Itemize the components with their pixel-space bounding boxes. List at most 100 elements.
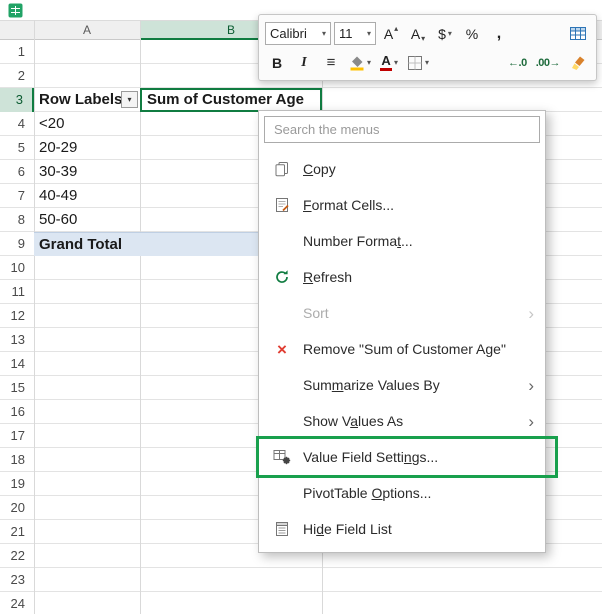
table-icon — [569, 25, 587, 42]
accounting-number-format-button[interactable]: $▾ — [433, 21, 457, 46]
comma-style-button[interactable]: , — [487, 21, 511, 46]
row-header-24[interactable]: 24 — [0, 592, 34, 614]
active-cell-sum-of-customer-age[interactable]: Sum of Customer Age — [140, 88, 322, 112]
currency-icon: $ — [438, 26, 446, 42]
pivot-row-label-cell[interactable]: 30-39 — [34, 160, 140, 184]
menu-item-format-cells[interactable]: Format Cells... — [264, 187, 540, 223]
menu-item-label: Remove "Sum of Customer Age" — [303, 341, 534, 357]
row-header-19[interactable]: 19 — [0, 472, 34, 496]
decrease-font-size-button[interactable]: A▾ — [406, 21, 430, 46]
font-color-letter: A — [381, 55, 390, 67]
fill-color-button[interactable]: ▾ — [346, 50, 374, 75]
borders-icon — [407, 55, 423, 71]
row-labels-header-cell[interactable]: Row Labels ▾ — [34, 88, 140, 112]
chevron-down-icon: ▾ — [322, 29, 326, 38]
font-size-value: 11 — [339, 26, 353, 41]
row-header-6[interactable]: 6 — [0, 160, 34, 184]
format-cells-icon — [270, 197, 294, 213]
row-header-17[interactable]: 17 — [0, 424, 34, 448]
menu-item-label: Summarize Values By — [303, 377, 520, 393]
pivot-row-label-cell[interactable]: 50-60 — [34, 208, 140, 232]
row-header-16[interactable]: 16 — [0, 400, 34, 424]
row-header-10[interactable]: 10 — [0, 256, 34, 280]
font-name-value: Calibri — [270, 26, 307, 41]
menu-item-hide-field-list[interactable]: Hide Field List — [264, 511, 540, 547]
mini-toolbar: Calibri ▾ 11 ▾ A▴ A▾ $▾ % , B I — [258, 14, 597, 81]
font-color-button[interactable]: A ▾ — [377, 50, 401, 75]
row-header-2[interactable]: 2 — [0, 64, 34, 88]
italic-button[interactable]: I — [292, 50, 316, 75]
grand-total-label-cell[interactable]: Grand Total — [34, 232, 140, 256]
submenu-chevron-icon: › — [528, 305, 534, 322]
menu-item-number-format[interactable]: Number Format... — [264, 223, 540, 259]
row-header-1[interactable]: 1 — [0, 40, 34, 64]
shrink-font-icon: A — [411, 26, 420, 42]
menu-item-remove-sum-of-customer-age[interactable]: × Remove "Sum of Customer Age" — [264, 331, 540, 367]
caret-down-icon: ▾ — [421, 34, 425, 43]
font-name-select[interactable]: Calibri ▾ — [265, 22, 331, 45]
chevron-down-icon: ▾ — [367, 58, 371, 67]
menu-item-label: Copy — [303, 161, 534, 177]
fill-color-icon — [349, 55, 365, 71]
row-header-18[interactable]: 18 — [0, 448, 34, 472]
bold-button[interactable]: B — [265, 50, 289, 75]
menu-item-summarize-values-by[interactable]: Summarize Values By › — [264, 367, 540, 403]
submenu-chevron-icon: › — [528, 413, 534, 430]
chevron-down-icon: ▾ — [448, 29, 452, 38]
format-as-table-button[interactable] — [566, 21, 590, 46]
row-labels-text: Row Labels — [39, 91, 122, 108]
menu-item-sort: Sort › — [264, 295, 540, 331]
increase-font-size-button[interactable]: A▴ — [379, 21, 403, 46]
menu-item-label: PivotTable Options... — [303, 485, 534, 501]
filter-dropdown-button[interactable]: ▾ — [121, 91, 138, 108]
menu-item-show-values-as[interactable]: Show Values As › — [264, 403, 540, 439]
percent-style-button[interactable]: % — [460, 21, 484, 46]
menu-item-label: Number Format... — [303, 233, 534, 249]
menu-item-pivottable-options[interactable]: PivotTable Options... — [264, 475, 540, 511]
format-painter-button[interactable] — [566, 50, 590, 75]
format-painter-icon — [570, 55, 586, 71]
row-header-12[interactable]: 12 — [0, 304, 34, 328]
align-center-button[interactable]: ≡ — [319, 50, 343, 75]
refresh-icon — [270, 269, 294, 285]
borders-button[interactable]: ▾ — [404, 50, 432, 75]
decrease-decimal-icon: .00→ — [536, 57, 560, 69]
align-center-icon: ≡ — [327, 54, 336, 71]
menu-item-copy[interactable]: Copy — [264, 151, 540, 187]
font-color-icon: A — [380, 55, 392, 71]
excel-window: A B 123456789101112131415161718192021222… — [0, 0, 602, 614]
row-header-7[interactable]: 7 — [0, 184, 34, 208]
row-header-8[interactable]: 8 — [0, 208, 34, 232]
row-header-9[interactable]: 9 — [0, 232, 34, 256]
menu-item-label: Sort — [303, 305, 520, 321]
row-header-4[interactable]: 4 — [0, 112, 34, 136]
menu-item-value-field-settings[interactable]: Value Field Settings... — [264, 439, 540, 475]
decrease-decimal-button[interactable]: .00→ — [533, 50, 563, 75]
remove-icon: × — [270, 341, 294, 358]
grow-font-icon: A — [384, 26, 393, 42]
font-size-select[interactable]: 11 ▾ — [334, 22, 376, 45]
row-header-3[interactable]: 3 — [0, 88, 34, 112]
row-header-22[interactable]: 22 — [0, 544, 34, 568]
row-header-5[interactable]: 5 — [0, 136, 34, 160]
pivot-row-label-cell[interactable]: 40-49 — [34, 184, 140, 208]
menu-search-input[interactable] — [264, 116, 540, 143]
row-header-21[interactable]: 21 — [0, 520, 34, 544]
increase-decimal-button[interactable]: ←.0 — [505, 50, 530, 75]
mini-toolbar-row-1: Calibri ▾ 11 ▾ A▴ A▾ $▾ % , — [265, 19, 590, 48]
increase-decimal-icon: ←.0 — [508, 57, 527, 69]
row-header-23[interactable]: 23 — [0, 568, 34, 592]
chevron-down-icon: ▾ — [425, 58, 429, 67]
row-header-11[interactable]: 11 — [0, 280, 34, 304]
pivot-row-label-cell[interactable]: 20-29 — [34, 136, 140, 160]
menu-item-label: Show Values As — [303, 413, 520, 429]
submenu-chevron-icon: › — [528, 377, 534, 394]
menu-item-label: Hide Field List — [303, 521, 534, 537]
column-header-a[interactable]: A — [34, 21, 140, 40]
pivot-row-label-cell[interactable]: <20 — [34, 112, 140, 136]
row-header-20[interactable]: 20 — [0, 496, 34, 520]
row-header-13[interactable]: 13 — [0, 328, 34, 352]
row-header-15[interactable]: 15 — [0, 376, 34, 400]
menu-item-refresh[interactable]: Refresh — [264, 259, 540, 295]
row-header-14[interactable]: 14 — [0, 352, 34, 376]
